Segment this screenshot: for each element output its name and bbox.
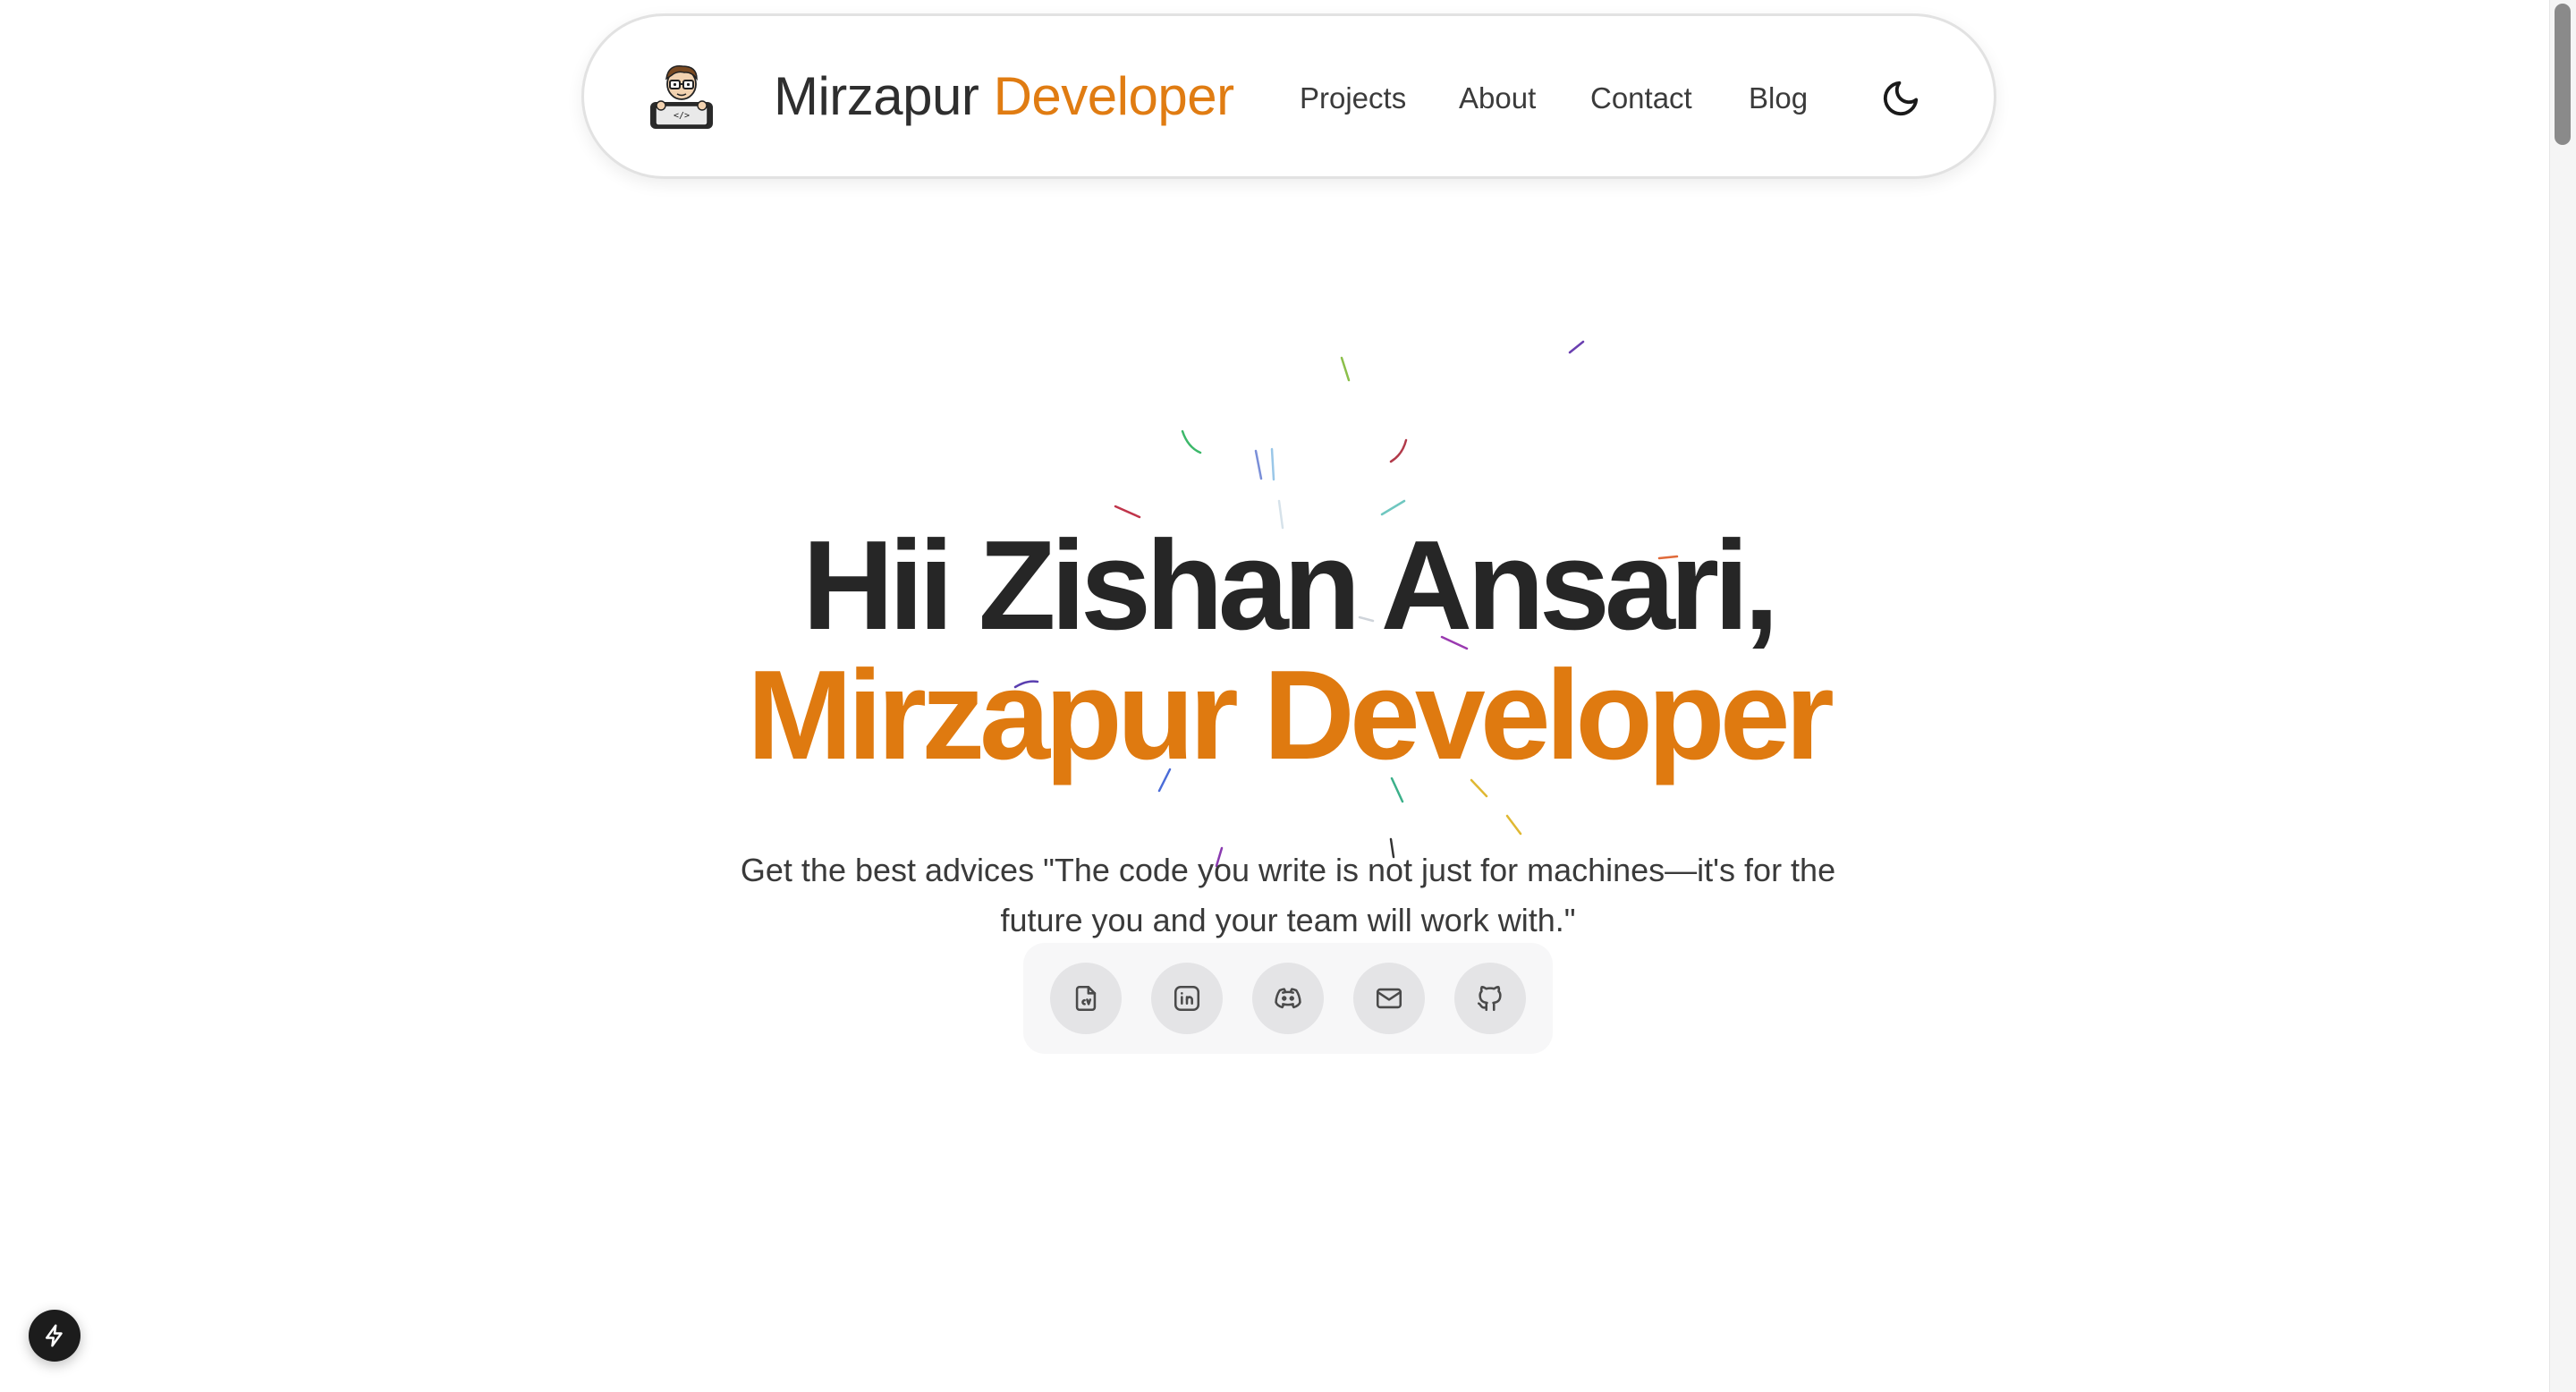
linkedin-button[interactable] <box>1151 963 1223 1034</box>
github-icon <box>1477 986 1502 1012</box>
discord-icon <box>1275 988 1301 1009</box>
brand-name: Mirzapur <box>774 66 979 126</box>
discord-button[interactable] <box>1252 963 1324 1034</box>
hero-tagline: Get the best advices "The code you write… <box>740 852 1836 938</box>
nav-link-contact[interactable]: Contact <box>1590 81 1692 116</box>
nav-link-about[interactable]: About <box>1459 81 1536 116</box>
social-links-bar <box>1023 943 1553 1054</box>
github-button[interactable] <box>1454 963 1526 1034</box>
lightning-bolt-icon <box>46 1324 63 1347</box>
theme-toggle-button[interactable] <box>1872 70 1929 127</box>
scrollbar-track[interactable] <box>2549 0 2576 1392</box>
resume-cv-icon <box>1075 985 1097 1012</box>
hero-title: Mirzapur Developer <box>747 644 1835 786</box>
brand-logo-text[interactable]: Mirzapur Developer <box>774 61 1234 132</box>
mail-icon <box>1376 988 1402 1009</box>
resume-cv-button[interactable] <box>1050 963 1122 1034</box>
nav-link-projects[interactable]: Projects <box>1300 81 1406 116</box>
top-navbar: </> Mirzapur Developer Projects About Co… <box>581 13 1996 179</box>
developer-avatar-icon[interactable]: </> <box>645 59 718 132</box>
email-button[interactable] <box>1353 963 1425 1034</box>
svg-text:</>: </> <box>674 111 690 121</box>
page: </> Mirzapur Developer Projects About Co… <box>0 0 2576 1392</box>
hero-greeting: Hii Zishan Ansari, <box>801 514 1779 657</box>
dev-tools-button[interactable] <box>29 1310 80 1362</box>
moon-icon <box>1883 81 1919 116</box>
scrollbar-thumb[interactable] <box>2555 4 2571 145</box>
nav-link-blog[interactable]: Blog <box>1749 81 1808 116</box>
brand-accent: Developer <box>993 66 1235 126</box>
linkedin-icon <box>1174 985 1200 1012</box>
